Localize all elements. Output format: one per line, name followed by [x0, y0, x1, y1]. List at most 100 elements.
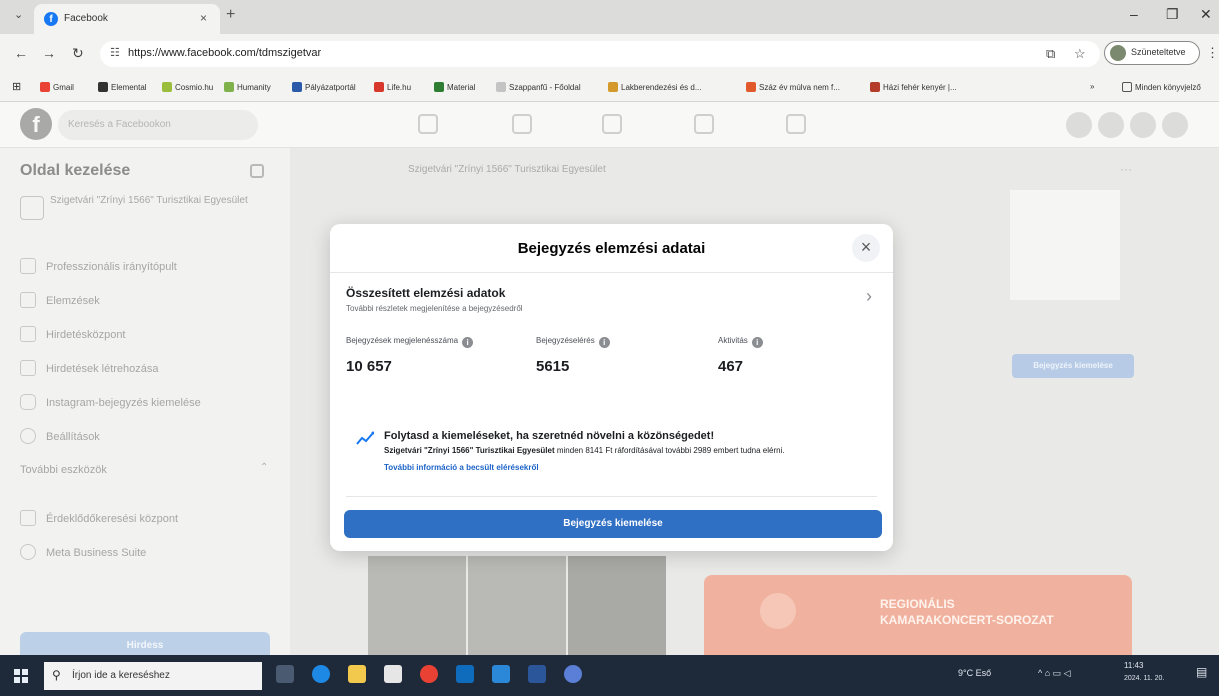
gaming-icon[interactable]: [786, 114, 806, 134]
edge-icon[interactable]: [312, 665, 330, 683]
sidebar-item-insights[interactable]: Elemzések: [20, 292, 100, 308]
apps-grid-icon[interactable]: ⊞: [12, 80, 21, 93]
hazi-kenyer-icon: [870, 82, 880, 92]
profile-avatar[interactable]: [1162, 112, 1188, 138]
gmail-icon: [40, 82, 50, 92]
sidebar-item-dashboard[interactable]: Professzionális irányítópult: [20, 258, 177, 274]
bookmark-star-icon[interactable]: ☆: [1074, 46, 1086, 62]
collapse-sidebar-icon[interactable]: [250, 164, 264, 178]
info-icon[interactable]: i: [751, 337, 763, 348]
sidebar-item-ad-center[interactable]: Hirdetésközpont: [20, 326, 126, 342]
file-explorer-icon[interactable]: [348, 665, 366, 683]
post-photo[interactable]: [468, 556, 566, 656]
notifications-icon[interactable]: ▤: [1196, 665, 1207, 679]
close-window-icon[interactable]: ✕: [1200, 6, 1212, 23]
post-insights-modal: Bejegyzés elemzési adatai × Összesített …: [330, 224, 893, 551]
task-view-icon[interactable]: [276, 665, 294, 683]
tab-title: Facebook: [64, 13, 108, 24]
minimize-icon[interactable]: –: [1130, 6, 1138, 22]
facebook-favicon-icon: f: [44, 12, 58, 26]
mail-icon[interactable]: [492, 665, 510, 683]
taskbar-search-placeholder: Írjon ide a kereséshez: [72, 670, 170, 681]
home-icon[interactable]: [418, 114, 438, 134]
more-tools-section[interactable]: További eszközök: [20, 464, 107, 476]
forward-icon[interactable]: →: [42, 45, 56, 61]
word-icon[interactable]: [528, 665, 546, 683]
bookmarks-more-icon[interactable]: »: [1090, 82, 1094, 91]
metric-impressions: Bejegyzések megjelenésszáma i 10 657: [346, 336, 474, 375]
store-icon[interactable]: [384, 665, 402, 683]
metric-label: Bejegyzések megjelenésszáma i: [346, 336, 474, 348]
szappanfu-icon: [496, 82, 506, 92]
bookmark-szaz-ev[interactable]: Száz év múlva nem f...: [746, 82, 840, 92]
dashboard-icon: [20, 258, 36, 274]
background-boost-button[interactable]: Bejegyzés kiemelése: [1012, 354, 1134, 378]
chevron-right-icon[interactable]: ›: [866, 286, 872, 307]
groups-icon[interactable]: [694, 114, 714, 134]
outlook-icon[interactable]: [456, 665, 474, 683]
chevron-up-icon[interactable]: ⌃: [260, 462, 268, 473]
post-photo[interactable]: [368, 556, 466, 656]
bookmark-gmail[interactable]: Gmail: [40, 82, 74, 92]
post-photo[interactable]: [568, 556, 666, 656]
facebook-search-input[interactable]: Keresés a Facebookon: [58, 110, 258, 140]
back-icon[interactable]: ←: [14, 45, 28, 61]
bookmark-elemental[interactable]: Elemental: [98, 82, 147, 92]
restore-icon[interactable]: ❐: [1166, 6, 1179, 23]
bookmark-szappanfu[interactable]: Szappanfű - Főoldal: [496, 82, 581, 92]
close-icon[interactable]: ×: [852, 234, 880, 262]
info-icon[interactable]: i: [462, 337, 474, 348]
boost-post-button[interactable]: Bejegyzés kiemelése: [344, 510, 882, 538]
system-tray-icons[interactable]: ^ ⌂ ▭ ◁: [1038, 668, 1071, 679]
divider: [330, 272, 893, 273]
all-bookmarks[interactable]: Minden könyvjelző: [1122, 82, 1201, 92]
sidebar-item-create-ads[interactable]: Hirdetések létrehozása: [20, 360, 159, 376]
bookmark-cosmio[interactable]: Cosmio.hu: [162, 82, 213, 92]
bookmark-lakberendezesi[interactable]: Lakberendezési és d...: [608, 82, 702, 92]
bookmark-hazi-kenyer[interactable]: Házi fehér kenyér |...: [870, 82, 957, 92]
sidebar-item-instagram-boost[interactable]: Instagram-bejegyzés kiemelése: [20, 394, 201, 410]
background-thumbnail: [1010, 190, 1120, 300]
tab-search-icon[interactable]: ⌄: [14, 8, 23, 21]
metric-value: 467: [718, 358, 744, 375]
windows-taskbar: ⚲ Írjon ide a kereséshez 9°C Eső ^ ⌂ ▭ ◁…: [0, 655, 1219, 696]
taskbar-search-input[interactable]: ⚲ Írjon ide a kereséshez: [44, 662, 262, 690]
new-tab-button[interactable]: +: [226, 6, 235, 24]
sidebar-item-settings[interactable]: Beállítások: [20, 428, 100, 444]
profile-button[interactable]: Szüneteltetve: [1104, 41, 1200, 65]
clock-time[interactable]: 11:43: [1124, 661, 1143, 670]
marketplace-icon[interactable]: [602, 114, 622, 134]
concert-banner[interactable]: REGIONÁLIS KAMARAKONCERT-SOROZAT: [704, 575, 1132, 655]
weather-widget[interactable]: 9°C Eső: [958, 668, 991, 678]
facebook-logo-icon[interactable]: f: [20, 108, 52, 140]
bookmark-palyazatportal[interactable]: Pályázatportál: [292, 82, 356, 92]
info-icon[interactable]: i: [598, 337, 610, 348]
bookmark-life[interactable]: Life.hu: [374, 82, 411, 92]
address-bar[interactable]: ☷ https://www.facebook.com/tdmszigetvar …: [100, 41, 1100, 67]
url-text[interactable]: https://www.facebook.com/tdmszigetvar: [128, 47, 321, 59]
estimated-reach-link[interactable]: További információ a becsült elérésekről: [384, 463, 539, 472]
menu-grid-icon[interactable]: [1066, 112, 1092, 138]
windows-start-icon[interactable]: [14, 669, 28, 683]
video-icon[interactable]: [512, 114, 532, 134]
notifications-bell-icon[interactable]: [1130, 112, 1156, 138]
app-icon[interactable]: [564, 665, 582, 683]
bookmark-material[interactable]: Material: [434, 82, 475, 92]
browser-tab[interactable]: f Facebook ×: [34, 4, 220, 34]
clock-date[interactable]: 2024. 11. 20.: [1124, 675, 1164, 682]
more-options-icon[interactable]: ···: [1120, 162, 1132, 176]
install-app-icon[interactable]: ⧉: [1046, 46, 1055, 62]
site-info-icon[interactable]: ☷: [110, 46, 120, 59]
chrome-icon[interactable]: [420, 665, 438, 683]
cosmio-icon: [162, 82, 172, 92]
sidebar-item-meta-business-suite[interactable]: Meta Business Suite: [20, 544, 146, 560]
reload-icon[interactable]: ↻: [72, 45, 84, 62]
browser-menu-icon[interactable]: ⋮: [1206, 45, 1219, 61]
bookmark-humanity[interactable]: Humanity: [224, 82, 271, 92]
messenger-icon[interactable]: [1098, 112, 1124, 138]
material-icon: [434, 82, 444, 92]
aggregate-insights-title[interactable]: Összesített elemzési adatok: [346, 286, 505, 300]
tab-close-icon[interactable]: ×: [200, 11, 207, 25]
sidebar-item-leads-center[interactable]: Érdeklődőkeresési központ: [20, 510, 178, 526]
create-ad-icon: [20, 360, 36, 376]
